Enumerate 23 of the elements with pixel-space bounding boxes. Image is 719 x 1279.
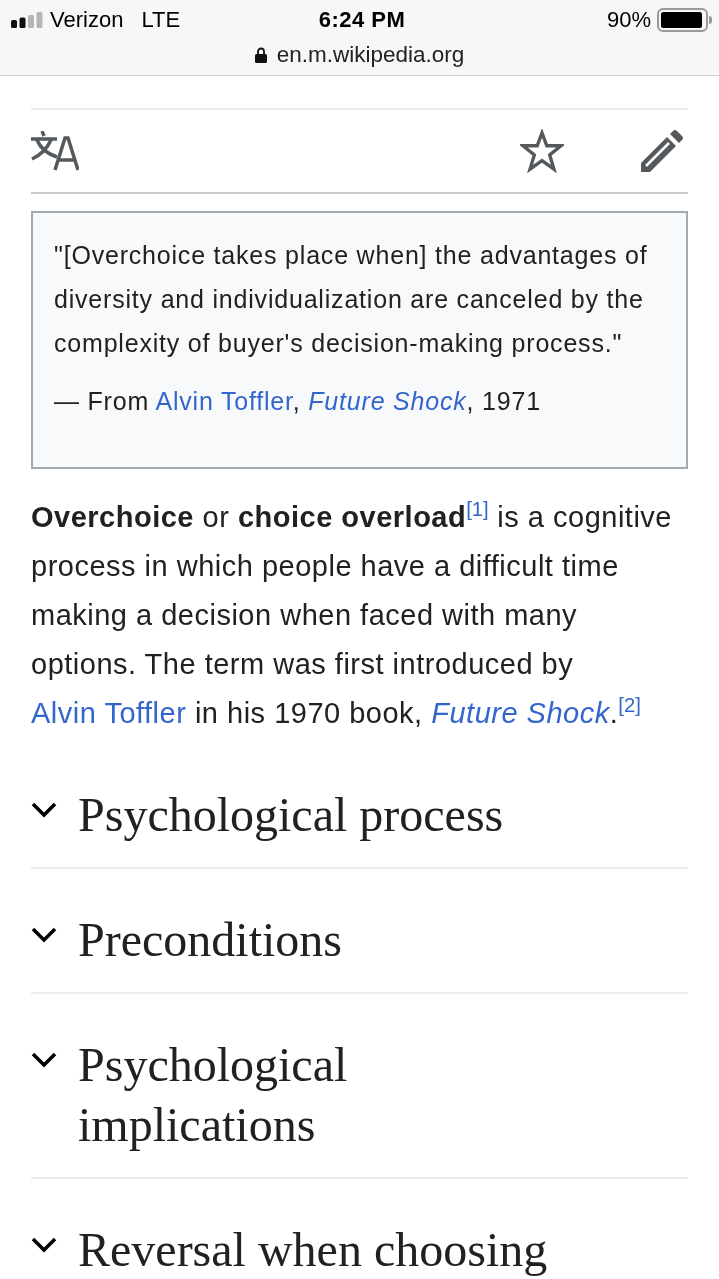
- translate-icon[interactable]: [31, 131, 79, 171]
- title-link[interactable]: Future Shock: [308, 387, 467, 415]
- title-link[interactable]: Future Shock: [431, 697, 610, 729]
- battery-percent: 90%: [606, 7, 651, 33]
- network-type: LTE: [141, 7, 181, 33]
- battery-icon: [657, 8, 713, 32]
- carrier-name: Verizon: [50, 7, 124, 33]
- page-url[interactable]: en.m.wikipedia.org: [276, 42, 465, 68]
- section-heading[interactable]: Psychological process: [31, 785, 688, 845]
- signal-icon: [11, 12, 43, 28]
- citation-link[interactable]: [2]: [618, 694, 641, 717]
- lead-paragraph: Overchoice or choice overload$^{[1]}$ is a cognitive process in which people have a difficult time making a decision when faced with many options. The term was first introduced by Alvin Toffler in his 1970 book, Future Shock.$^{[2]}$: [31, 497, 673, 731]
- quote-attribution: — From Alvin Toffler, Future Shock, 1971: [54, 386, 542, 417]
- citation-link[interactable]: [1]: [466, 498, 489, 521]
- status-time: 6:24 PM: [318, 7, 406, 33]
- inline-link[interactable]: Alvin Toffler: [31, 697, 187, 729]
- section-heading[interactable]: Reversal when choosing: [31, 1220, 688, 1279]
- pencil-icon[interactable]: [640, 129, 684, 173]
- inline-link[interactable]: Alvin Toffler: [155, 387, 293, 415]
- star-icon[interactable]: [520, 129, 564, 173]
- section-heading[interactable]: Psychological implications: [31, 1035, 688, 1155]
- section-heading[interactable]: Preconditions: [31, 910, 688, 970]
- quote-text: "[Overchoice takes place when] the advantages of diversity and individualization are canceled by the complexity of buyer's decision-making process.": [54, 240, 649, 359]
